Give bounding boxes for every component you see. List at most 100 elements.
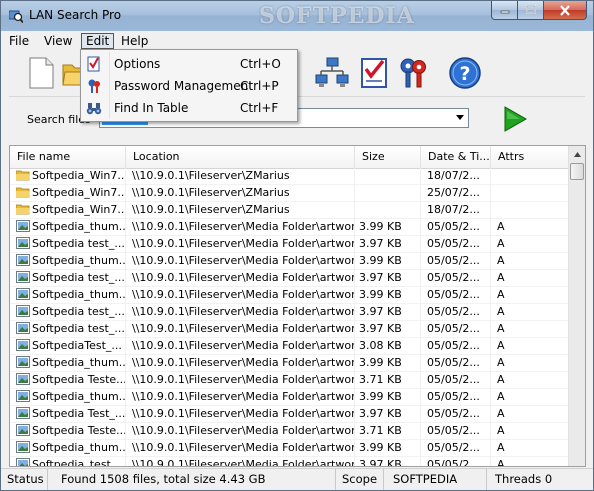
status-label: Status bbox=[1, 469, 48, 490]
file-name-cell-text: Softpedia_Win7... bbox=[32, 203, 126, 216]
date-cell-text: 05/05/2... bbox=[427, 220, 480, 233]
column-header-location[interactable]: Location bbox=[126, 146, 355, 168]
image-file-icon bbox=[16, 407, 30, 419]
table-row[interactable]: Softpedia_thum... \\10.9.0.1\Fileserver\M… bbox=[10, 287, 568, 304]
table-row[interactable]: Softpedia_Win7... \\10.9.0.1\Fileserver\Z… bbox=[10, 202, 568, 219]
image-file-icon bbox=[16, 271, 30, 283]
attrs-cell-text: A bbox=[497, 441, 505, 454]
table-row[interactable]: Softpedia Teste... \\10.9.0.1\Fileserver\… bbox=[10, 372, 568, 389]
column-header-size[interactable]: Size bbox=[355, 146, 421, 168]
date-cell: 05/05/2... bbox=[421, 406, 491, 423]
table-row[interactable]: Softpedia_thum... \\10.9.0.1\Fileserver\M… bbox=[10, 253, 568, 270]
date-cell-text: 05/05/2... bbox=[427, 390, 480, 403]
column-header-file-name[interactable]: File name bbox=[10, 146, 126, 168]
date-cell-text: 05/05/2... bbox=[427, 305, 480, 318]
attrs-cell bbox=[491, 185, 568, 202]
table-row[interactable]: Softpedia_Win7... \\10.9.0.1\Fileserver\Z… bbox=[10, 168, 568, 185]
date-cell-text: 05/05/2... bbox=[427, 237, 480, 250]
play-arrow-icon[interactable] bbox=[502, 105, 528, 133]
file-name-cell-text: Softpedia_Win7... bbox=[32, 186, 126, 199]
attrs-cell: A bbox=[491, 270, 568, 287]
table-row[interactable]: Softpedia_Win7... \\10.9.0.1\Fileserver\Z… bbox=[10, 185, 568, 202]
table-row[interactable]: SoftpediaTest_... \\10.9.0.1\Fileserver\M… bbox=[10, 338, 568, 355]
size-cell-text: 3.99 KB bbox=[359, 254, 402, 267]
attrs-cell-text: A bbox=[497, 288, 505, 301]
file-name-cell-text: Softpedia Test_... bbox=[32, 407, 126, 420]
file-name-cell-text: Softpedia test_... bbox=[32, 271, 125, 284]
scroll-up-button[interactable] bbox=[569, 146, 585, 163]
date-cell: 05/05/2... bbox=[421, 321, 491, 338]
size-cell-text: 3.97 KB bbox=[359, 305, 402, 318]
date-cell-text: 05/05/2... bbox=[427, 458, 480, 467]
table-row[interactable]: Softpedia_thum... \\10.9.0.1\Fileserver\M… bbox=[10, 219, 568, 236]
table-row[interactable]: Softpedia Teste... \\10.9.0.1\Fileserver\… bbox=[10, 423, 568, 440]
menu-edit[interactable]: Edit bbox=[81, 33, 115, 49]
table-row[interactable]: Softpedia Test_... \\10.9.0.1\Fileserver\… bbox=[10, 406, 568, 423]
location-cell-text: \\10.9.0.1\Fileserver\Media Folder\artwo… bbox=[132, 458, 355, 467]
location-cell: \\10.9.0.1\Fileserver\Media Folder\artwo… bbox=[126, 270, 355, 287]
attrs-cell: A bbox=[491, 457, 568, 466]
size-cell-text: 3.71 KB bbox=[359, 424, 402, 437]
vertical-scrollbar[interactable] bbox=[568, 146, 585, 466]
menu-view[interactable]: View bbox=[40, 33, 76, 49]
attrs-cell: A bbox=[491, 338, 568, 355]
file-name-cell-text: SoftpediaTest_... bbox=[32, 339, 122, 352]
attrs-cell-text: A bbox=[497, 220, 505, 233]
table-row[interactable]: Softpedia test_... \\10.9.0.1\Fileserver\… bbox=[10, 321, 568, 338]
date-cell-text: 25/07/2... bbox=[427, 186, 480, 199]
menu-file[interactable]: File bbox=[5, 33, 33, 49]
status-scope-value: SOFTPEDIA bbox=[387, 469, 487, 490]
menu-item-label: Password Management bbox=[114, 79, 253, 93]
title-bar[interactable]: LAN Search Pro SOFTPEDIA bbox=[1, 1, 593, 31]
column-header-attrs[interactable]: Attrs bbox=[491, 146, 568, 168]
file-name-cell: SoftpediaTest_... bbox=[10, 338, 126, 355]
keys-icon[interactable] bbox=[395, 55, 431, 91]
date-cell-text: 05/05/2... bbox=[427, 288, 480, 301]
chevron-down-icon[interactable] bbox=[456, 113, 464, 121]
table-row[interactable]: Softpedia_thum... \\10.9.0.1\Fileserver\M… bbox=[10, 440, 568, 457]
menu-item-options[interactable]: Options Ctrl+O bbox=[83, 53, 295, 75]
close-button[interactable] bbox=[544, 1, 587, 20]
size-cell: 3.08 KB bbox=[355, 338, 421, 355]
file-name-cell-text: Softpedia_thum... bbox=[32, 288, 126, 301]
table-row[interactable]: Softpedia test_... \\10.9.0.1\Fileserver\… bbox=[10, 270, 568, 287]
help-icon[interactable]: ? bbox=[447, 55, 483, 91]
watermark-text: SOFTPEDIA bbox=[259, 3, 415, 29]
table-row[interactable]: Softpedia test_... \\10.9.0.1\Fileserver\… bbox=[10, 236, 568, 253]
file-name-cell-text: Softpedia_thum... bbox=[32, 390, 126, 403]
size-cell: 3.97 KB bbox=[355, 270, 421, 287]
minimize-icon bbox=[500, 10, 509, 14]
file-name-cell: Softpedia_thum... bbox=[10, 440, 126, 457]
table-header: File name Location Size Date & Ti... Att… bbox=[10, 146, 568, 169]
table-row[interactable]: Softpedia_thum... \\10.9.0.1\Fileserver\M… bbox=[10, 355, 568, 372]
checklist-icon[interactable] bbox=[356, 55, 392, 91]
image-file-icon bbox=[16, 424, 30, 436]
file-name-cell: Softpedia_thum... bbox=[10, 389, 126, 406]
menu-item-password-management[interactable]: Password Management Ctrl+P bbox=[83, 75, 295, 97]
attrs-cell: A bbox=[491, 219, 568, 236]
location-cell: \\10.9.0.1\Fileserver\Media Folder\artwo… bbox=[126, 389, 355, 406]
menu-item-find-in-table[interactable]: Find In Table Ctrl+F bbox=[83, 97, 295, 119]
menu-item-label: Find In Table bbox=[114, 101, 189, 115]
minimize-button[interactable] bbox=[491, 1, 518, 20]
table-row[interactable]: Softpedia_thum... \\10.9.0.1\Fileserver\M… bbox=[10, 389, 568, 406]
date-cell-text: 05/05/2... bbox=[427, 339, 480, 352]
network-computers-icon[interactable] bbox=[314, 55, 350, 91]
size-cell-text: 3.99 KB bbox=[359, 441, 402, 454]
status-scope-label: Scope bbox=[336, 469, 384, 490]
maximize-icon bbox=[525, 5, 536, 14]
image-file-icon bbox=[16, 390, 30, 402]
maximize-button[interactable] bbox=[518, 1, 544, 20]
location-cell-text: \\10.9.0.1\Fileserver\Media Folder\artwo… bbox=[132, 305, 355, 318]
table-row[interactable]: Softpedia_test... \\10.9.0.1\Fileserver\M… bbox=[10, 457, 568, 467]
menu-item-shortcut: Ctrl+O bbox=[240, 57, 281, 71]
location-cell-text: \\10.9.0.1\Fileserver\Media Folder\artwo… bbox=[132, 424, 355, 437]
menu-help[interactable]: Help bbox=[117, 33, 152, 49]
new-document-icon[interactable] bbox=[23, 55, 59, 91]
size-cell-text: 3.08 KB bbox=[359, 339, 402, 352]
location-cell-text: \\10.9.0.1\Fileserver\Media Folder\artwo… bbox=[132, 237, 355, 250]
table-row[interactable]: Softpedia test_... \\10.9.0.1\Fileserver\… bbox=[10, 304, 568, 321]
column-header-date[interactable]: Date & Ti... bbox=[421, 146, 491, 168]
app-window: LAN Search Pro SOFTPEDIA File View Edit … bbox=[0, 0, 594, 491]
scroll-thumb[interactable] bbox=[570, 163, 584, 180]
